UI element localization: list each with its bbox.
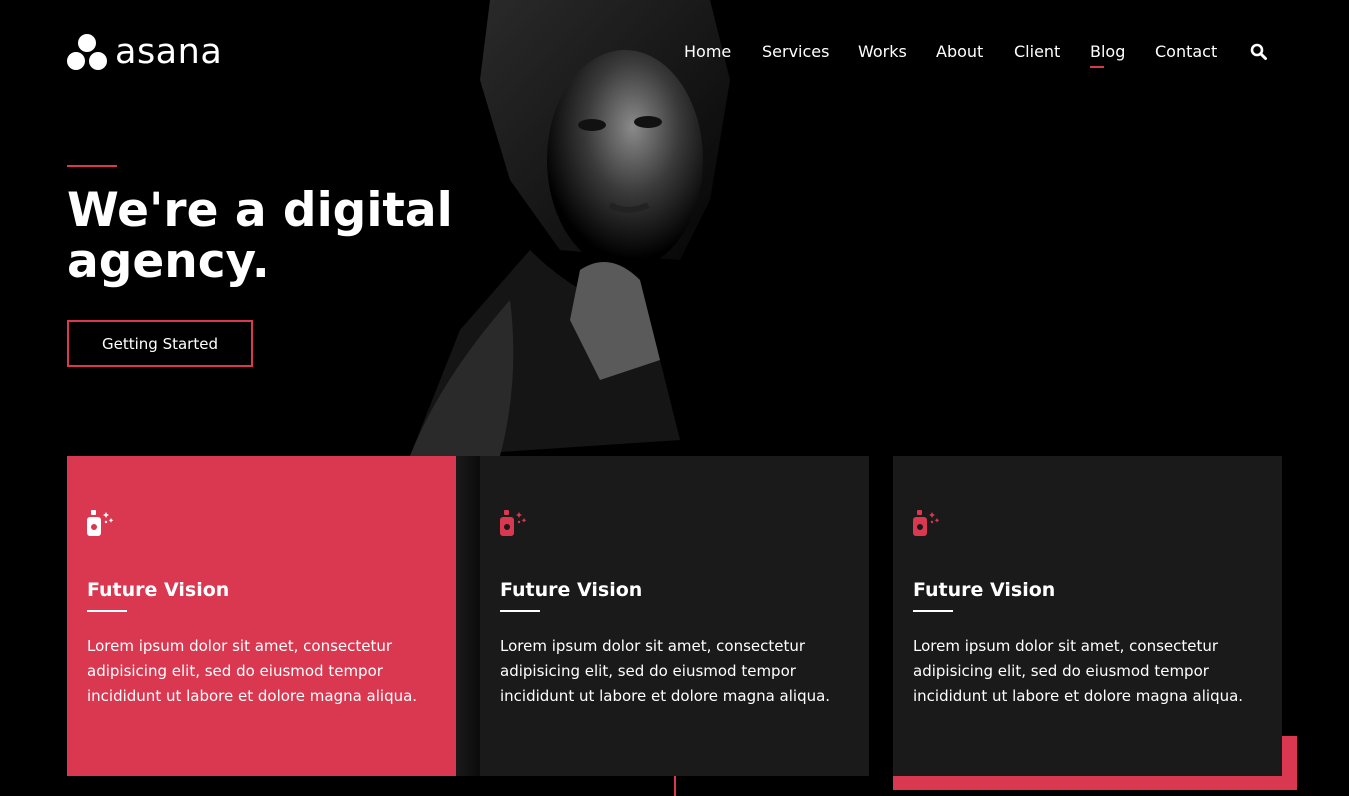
nav-item-home[interactable]: Home (684, 42, 731, 62)
card-text: Lorem ipsum dolor sit amet, consectetur … (500, 637, 831, 705)
hero-title-line2: agency. (67, 234, 270, 289)
search-button[interactable] (1250, 43, 1268, 61)
nav-item-client[interactable]: Client (1014, 42, 1060, 62)
card-text: Lorem ipsum dolor sit amet, consectetur … (87, 637, 418, 705)
card-title: Future Vision (500, 578, 849, 612)
getting-started-button[interactable]: Getting Started (67, 320, 253, 367)
hero-accent-line (67, 165, 117, 167)
search-icon (1250, 43, 1267, 60)
main-nav: Home Services Works About Client Blog Co… (0, 42, 1349, 68)
nav-item-contact[interactable]: Contact (1155, 42, 1217, 62)
card-text: Lorem ipsum dolor sit amet, consectetur … (913, 637, 1244, 705)
accent-line (674, 776, 676, 796)
feature-card: Future Vision Lorem ipsum dolor sit amet… (893, 456, 1282, 776)
card-title: Future Vision (87, 578, 436, 612)
nav-item-services[interactable]: Services (762, 42, 829, 62)
hero-title: We're a digital agency. (67, 185, 507, 287)
nav-item-blog[interactable]: Blog (1090, 42, 1125, 68)
spray-bottle-icon (500, 510, 527, 536)
feature-card: Future Vision Lorem ipsum dolor sit amet… (480, 456, 869, 776)
hero-title-line1: We're a digital (67, 183, 453, 238)
hero-portrait-image-lower (456, 456, 480, 776)
card-title: Future Vision (913, 578, 1262, 612)
nav-item-works[interactable]: Works (858, 42, 907, 62)
spray-bottle-icon (913, 510, 940, 536)
nav-item-about[interactable]: About (936, 42, 983, 62)
spray-bottle-icon (87, 510, 114, 536)
feature-card: Future Vision Lorem ipsum dolor sit amet… (67, 456, 456, 776)
